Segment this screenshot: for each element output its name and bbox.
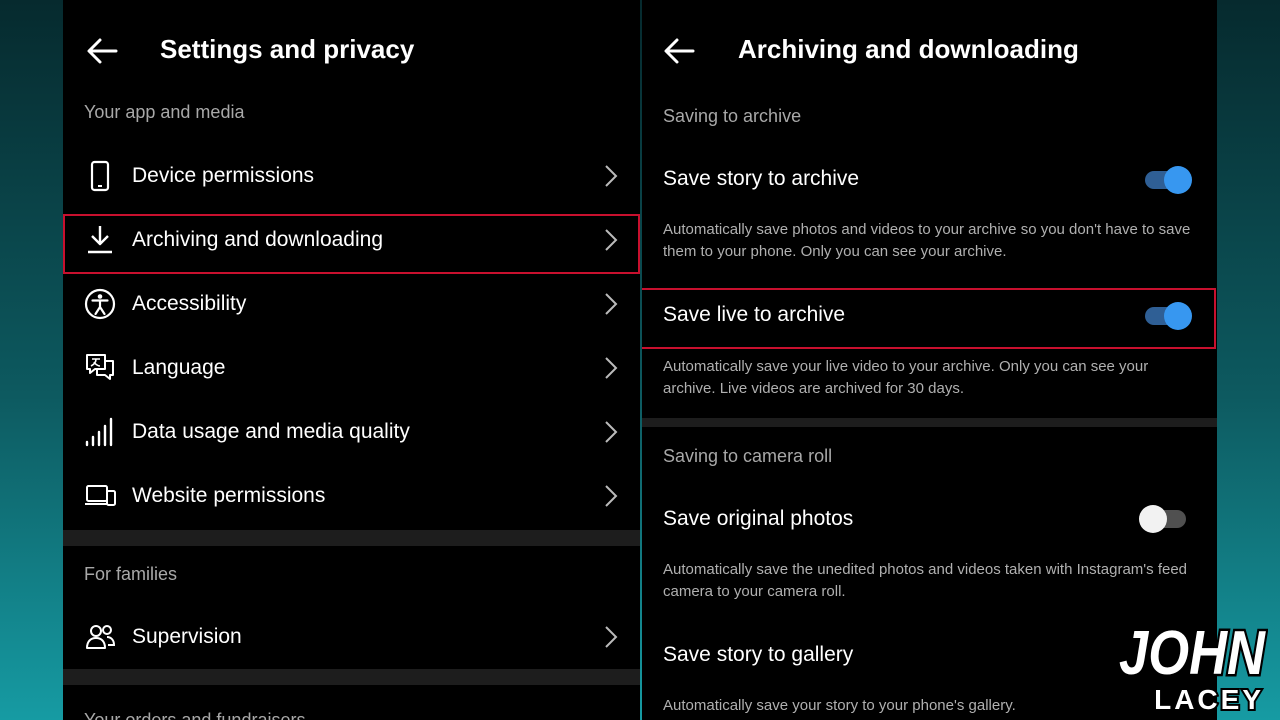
section-saving-to-archive: Saving to archive (663, 106, 802, 126)
menu-item-label: Language (132, 356, 226, 379)
highlight-box (642, 288, 1216, 349)
chevron-right-icon (605, 293, 618, 315)
menu-item-label: Website permissions (132, 484, 326, 507)
chevron-right-icon (605, 421, 618, 443)
menu-item-data-usage[interactable]: Data usage and media quality (63, 402, 640, 462)
back-arrow-icon[interactable] (83, 31, 123, 71)
save-story-to-archive-toggle[interactable] (1142, 162, 1192, 194)
section-divider (63, 669, 640, 685)
back-arrow-icon[interactable] (660, 31, 700, 71)
menu-item-label: Device permissions (132, 164, 315, 187)
phone-icon (90, 160, 110, 192)
menu-item-device-permissions[interactable]: Device permissions (63, 146, 640, 206)
save-live-to-archive-description: Automatically save your live video to yo… (663, 358, 1149, 397)
settings-header: Settings and privacy (63, 0, 640, 100)
settings-privacy-panel: Settings and privacy Your app and media … (63, 0, 640, 720)
save-story-to-archive-description: Automatically save photos and videos to … (663, 221, 1191, 260)
chevron-right-icon (605, 357, 618, 379)
section-divider (642, 418, 1217, 427)
chevron-right-icon (605, 626, 618, 648)
save-story-to-gallery-label: Save story to gallery (663, 643, 854, 666)
laptop-phone-icon (85, 485, 116, 506)
accessibility-icon (84, 288, 116, 320)
archiving-header: Archiving and downloading (642, 0, 1217, 100)
menu-item-label: Data usage and media quality (132, 420, 410, 443)
section-your-app-and-media: Your app and media (84, 102, 245, 122)
svg-text:LACEY: LACEY (1154, 684, 1264, 714)
save-original-photos-description: Automatically save the unedited photos a… (663, 561, 1188, 600)
signal-bars-icon (85, 417, 113, 447)
section-for-families: For families (84, 564, 178, 584)
highlight-box (63, 214, 640, 274)
toggle-knob (1139, 505, 1167, 533)
menu-item-label: Supervision (132, 625, 242, 648)
menu-item-supervision[interactable]: Supervision (63, 607, 640, 667)
save-original-photos-label: Save original photos (663, 507, 854, 530)
page-title: Archiving and downloading (738, 34, 1079, 64)
save-original-photos-toggle[interactable] (1139, 501, 1189, 533)
section-saving-to-camera-roll: Saving to camera roll (663, 446, 833, 466)
menu-item-accessibility[interactable]: Accessibility (63, 274, 640, 334)
chevron-right-icon (605, 165, 618, 187)
section-divider (63, 530, 640, 546)
john-lacey-logo: JOHN LACEY (1117, 617, 1269, 715)
menu-item-website-permissions[interactable]: Website permissions (63, 466, 640, 526)
people-icon (86, 625, 116, 649)
toggle-knob (1164, 166, 1192, 194)
section-orders-fundraisers: Your orders and fundraisers (84, 710, 306, 720)
chevron-right-icon (605, 485, 618, 507)
archiving-downloading-panel: Archiving and downloading Saving to arch… (642, 0, 1217, 720)
menu-item-label: Accessibility (132, 292, 247, 315)
page-title: Settings and privacy (160, 34, 415, 64)
save-story-to-archive-label: Save story to archive (663, 167, 860, 190)
translate-icon (86, 354, 114, 380)
menu-item-language[interactable]: Language (63, 338, 640, 398)
svg-text:JOHN: JOHN (1119, 619, 1266, 688)
